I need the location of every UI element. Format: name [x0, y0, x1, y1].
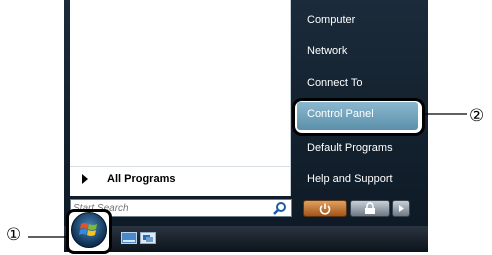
callout-leader-lines — [28, 113, 467, 238]
callout-1-label: ① — [6, 225, 22, 244]
callout-2-label: ② — [469, 106, 485, 125]
